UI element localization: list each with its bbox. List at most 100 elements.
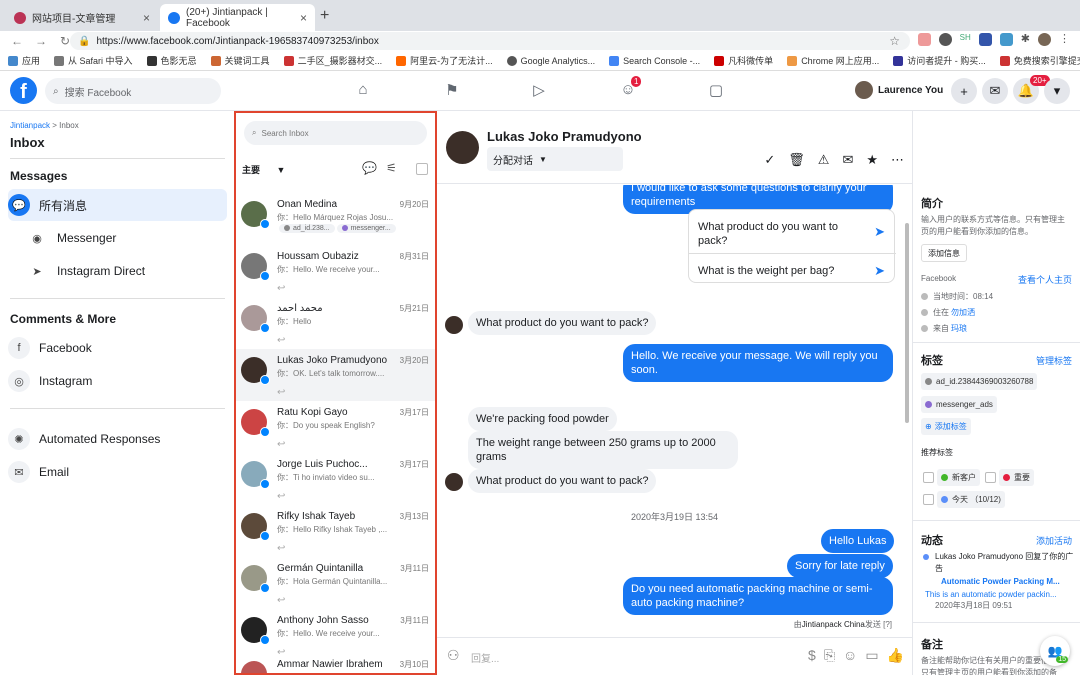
sidebar-item-email[interactable]: ✉ Email <box>8 456 227 488</box>
city-link[interactable]: 勿加洒 <box>951 307 975 318</box>
messenger-icon[interactable]: ✉ <box>982 78 1008 104</box>
conversation-row[interactable]: Houssam Oubaziz 8月31日 你：Hello. We receiv… <box>236 245 435 297</box>
add-tag-button[interactable]: ⊕ 添加标签 <box>921 418 971 435</box>
mark-unread-icon[interactable]: ✉ <box>842 152 853 168</box>
contact-avatar[interactable] <box>446 131 479 164</box>
select-all-checkbox[interactable] <box>416 163 428 175</box>
address-bar[interactable]: 🔒 https://www.facebook.com/Jintianpack-1… <box>70 32 910 50</box>
forward-icon[interactable]: → <box>34 34 48 48</box>
gaming-icon[interactable]: ▢ <box>705 81 727 103</box>
sidebar-item-instagram-direct[interactable]: ➤ Instagram Direct <box>26 255 226 287</box>
close-tab-icon[interactable]: × <box>300 11 307 25</box>
add-activity-link[interactable]: 添加活动 <box>1036 534 1072 547</box>
attach-icon[interactable]: ⎘ <box>824 647 835 664</box>
new-tab-icon[interactable]: + <box>320 7 329 25</box>
home-icon[interactable]: ⌂ <box>352 81 374 103</box>
payment-icon[interactable]: $ <box>808 647 816 664</box>
tab-facebook[interactable]: (20+) Jintianpack | Facebook × <box>160 4 315 31</box>
sidebar-item-facebook[interactable]: f Facebook <box>8 332 227 364</box>
suggested-tag-checkbox[interactable] <box>923 494 934 505</box>
divider <box>10 158 225 159</box>
breadcrumb-page-link[interactable]: Jintianpack <box>10 121 50 130</box>
activity-ad-link[interactable]: Automatic Powder Packing M... <box>941 576 1076 588</box>
folder-dropdown[interactable]: 主要 ▼ <box>242 163 285 176</box>
bookmark-item[interactable]: 访问者提升 - 购买... <box>893 54 986 67</box>
conversation-row[interactable]: Jorge Luis Puchoc... 3月17日 你：Ti ho invia… <box>236 453 435 505</box>
bookmark-star-icon[interactable]: ☆ <box>889 34 900 48</box>
sidebar-item-instagram[interactable]: ◎ Instagram <box>8 365 227 397</box>
emoji-icon[interactable]: ☺ <box>843 647 857 664</box>
star-icon[interactable]: ★ <box>866 152 878 168</box>
tag-chip[interactable]: messenger_ads <box>921 396 997 413</box>
facebook-logo[interactable]: f <box>10 77 37 104</box>
account-menu-icon[interactable]: ▾ <box>1044 78 1070 104</box>
sidebar-item-all-messages[interactable]: 💬 所有消息 <box>8 189 227 221</box>
spam-icon[interactable]: ⚠ <box>818 152 830 168</box>
inbox-search-input[interactable]: ⌕ Search Inbox <box>244 121 427 145</box>
conversation-row[interactable]: Ratu Kopi Gayo 3月17日 你：Do you speak Engl… <box>236 401 435 453</box>
extension-icon[interactable] <box>999 33 1013 46</box>
view-profile-link[interactable]: 查看个人主页 <box>1018 273 1072 286</box>
puzzle-icon[interactable]: ✱ <box>1021 33 1030 46</box>
create-button[interactable]: + <box>951 78 977 104</box>
menu-icon[interactable]: ⋮ <box>1059 33 1070 46</box>
chat-contacts-button[interactable]: 👥 15 <box>1040 636 1070 666</box>
conversation-row[interactable]: Ammar Nawier Ibrahem 3月10日 <box>236 653 435 673</box>
groups-icon[interactable]: ☺ 1 <box>617 76 642 103</box>
add-info-button[interactable]: 添加信息 <box>921 244 967 262</box>
flag-icon[interactable]: ⚑ <box>441 81 463 103</box>
extension-icon[interactable] <box>917 33 931 46</box>
trash-icon[interactable]: 🗑 <box>788 152 805 168</box>
bookmark-item[interactable]: Chrome 网上应用... <box>787 54 879 67</box>
profile-link[interactable]: Laurence You <box>855 81 943 99</box>
assign-dropdown[interactable]: 分配对话 ▼ <box>487 147 623 171</box>
tab-wenzhang[interactable]: 网站项目-文章管理 × <box>6 4 158 31</box>
contact-name[interactable]: Lukas Joko Pramudyono <box>487 129 642 144</box>
quick-reply-option[interactable]: What product do you want to pack? <box>698 220 858 248</box>
bookmark-item[interactable]: 凡科微传单 <box>714 54 773 67</box>
unread-filter-icon[interactable]: 💬 <box>362 161 377 175</box>
facebook-search-input[interactable]: ⌕ 搜索 Facebook <box>45 78 221 104</box>
conversation-row[interactable]: Germán Quintanilla 3月11日 你：Hola Germán Q… <box>236 557 435 609</box>
suggested-tag-checkbox[interactable] <box>923 472 934 483</box>
saved-reply-icon[interactable]: ▭ <box>865 647 878 664</box>
bookmark-item[interactable]: Google Analytics... <box>506 55 595 66</box>
more-options-icon[interactable]: ⋯ <box>891 152 904 168</box>
manage-tags-link[interactable]: 管理标签 <box>1036 354 1072 367</box>
notifications-icon[interactable]: 🔔 20+ <box>1013 75 1050 104</box>
close-tab-icon[interactable]: × <box>143 11 150 25</box>
bookmark-item[interactable]: 二手区_摄影器材交... <box>283 54 382 67</box>
conversation-row[interactable]: Onan Medina 9月20日 你：Hello Márquez Rojas … <box>236 193 435 245</box>
sidebar-item-automated-responses[interactable]: ✺ Automated Responses <box>8 423 227 455</box>
messenger-badge-icon <box>260 271 270 281</box>
notes-section-title: 备注 <box>921 639 943 651</box>
mark-done-icon[interactable]: ✓ <box>764 152 775 168</box>
conversation-row[interactable]: محمد احمد 5月21日 你：Hello ↩ <box>236 297 435 349</box>
extension-icon[interactable] <box>978 33 992 46</box>
bookmark-item[interactable]: 色影无忌 <box>146 54 197 67</box>
send-icon[interactable]: ➤ <box>874 224 885 240</box>
bookmark-item[interactable]: 免费搜索引擎提交... <box>999 54 1080 67</box>
thread-scrollbar[interactable] <box>905 223 909 423</box>
extension-sh-icon[interactable]: SH <box>960 33 971 46</box>
conversation-row[interactable]: Rifky Ishak Tayeb 3月13日 你：Hello Rifky Is… <box>236 505 435 557</box>
bookmark-item[interactable]: Search Console -... <box>609 55 700 66</box>
send-icon[interactable]: ➤ <box>874 263 885 279</box>
profile-avatar[interactable] <box>1038 33 1051 46</box>
watch-icon[interactable]: ▷ <box>528 81 550 103</box>
sidebar-item-messenger[interactable]: ◉ Messenger <box>26 222 226 254</box>
suggested-tag-checkbox[interactable] <box>985 472 996 483</box>
bookmark-item[interactable]: 阿里云-为了无法计... <box>396 54 493 67</box>
bookmark-item[interactable]: 关键词工具 <box>210 54 270 67</box>
quick-reply-option[interactable]: What is the weight per bag? <box>698 264 858 278</box>
hometown-link[interactable]: 玛琅 <box>951 323 967 334</box>
filter-sliders-icon[interactable]: ⚟ <box>386 161 397 175</box>
bookmark-item[interactable]: 应用 <box>8 54 40 67</box>
like-icon[interactable]: 👍 <box>887 647 904 664</box>
extension-icon[interactable] <box>938 33 952 46</box>
back-icon[interactable]: ← <box>10 34 24 48</box>
reply-composer[interactable]: ⚇ 回复... $ ⎘ ☺ ▭ 👍 <box>437 637 912 675</box>
tag-chip[interactable]: ad_id.23844369003260788 <box>921 373 1038 390</box>
bookmark-item[interactable]: 从 Safari 中导入 <box>54 54 133 67</box>
conversation-row-selected[interactable]: Lukas Joko Pramudyono 3月20日 你：OK. Let's … <box>236 349 435 401</box>
